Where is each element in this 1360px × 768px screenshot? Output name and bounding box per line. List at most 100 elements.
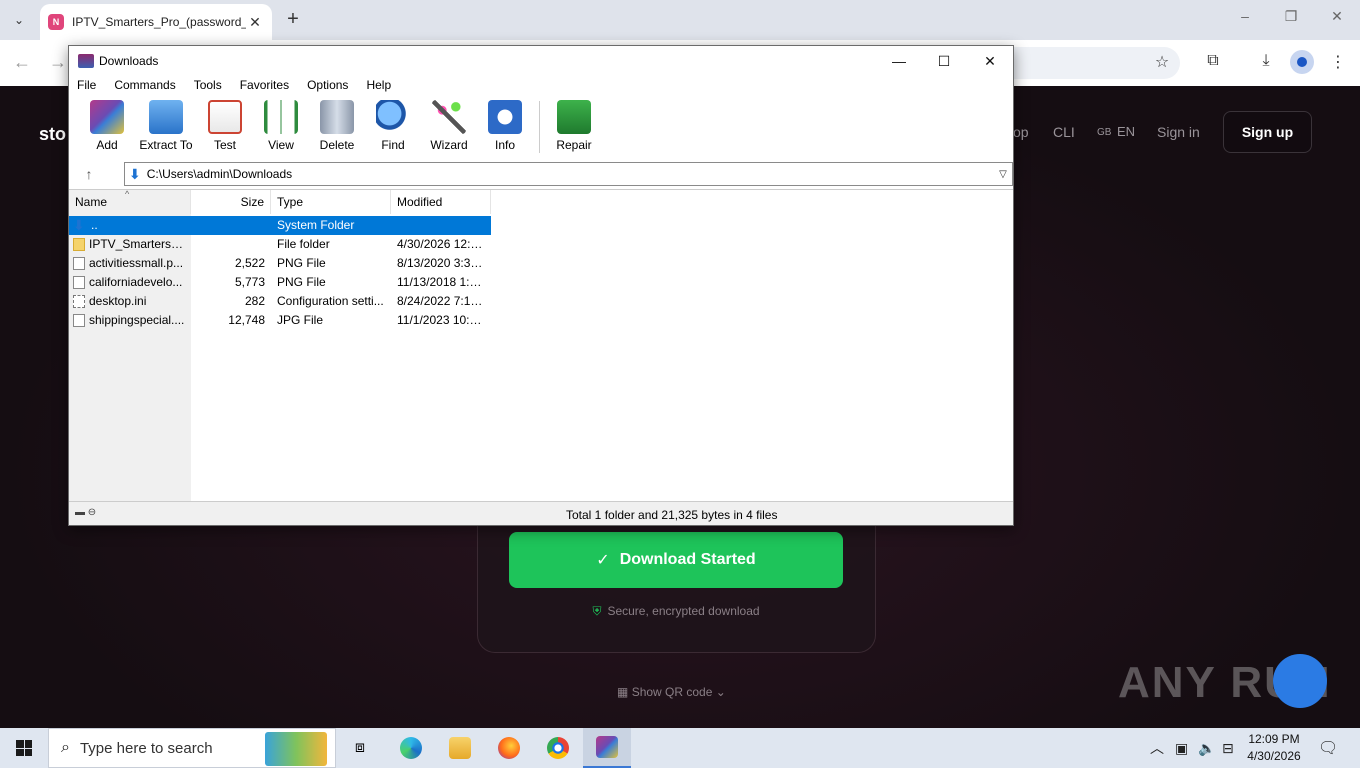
forward-arrow-icon[interactable]: → [46,52,70,73]
browser-close-button[interactable]: ✕ [1322,8,1352,25]
add-archive-icon [90,100,124,134]
column-header-type[interactable]: Type [271,190,391,214]
bookmark-star-icon[interactable]: ☆ [1150,52,1174,72]
shield-icon: ⛨ [592,604,602,618]
chevron-down-icon[interactable]: ▽ [994,169,1012,180]
browser-minimize-button[interactable]: – [1230,8,1260,24]
tab-close-icon[interactable]: ✕ [246,13,264,31]
drive-status-icon[interactable]: ▬ ⊖ [75,507,96,518]
status-bar: ▬ ⊖ Total 1 folder and 21,325 bytes in 4… [69,501,1013,525]
edge-taskbar-button[interactable] [387,728,435,768]
back-arrow-icon[interactable]: ← [10,52,34,73]
site-logo[interactable]: sto [39,124,66,145]
close-icon[interactable]: ✕ [967,50,1013,72]
winrar-titlebar[interactable]: Downloads — ☐ ✕ [69,46,1013,76]
menu-tools[interactable]: Tools [194,76,230,96]
extract-to-label: Extract To [139,138,193,152]
taskbar-search[interactable]: ⌕ Type here to search [48,728,336,768]
start-button[interactable] [0,728,48,768]
magic-wand-icon [432,100,466,134]
column-header-size[interactable]: Size [191,190,271,214]
browser-tab-strip: ⌄ N IPTV_Smarters_Pro_(password_ ✕ + – ❐… [0,0,1360,40]
download-icon[interactable]: ⤓ [1254,52,1278,70]
file-row[interactable]: desktop.ini 282 Configuration setti... 8… [69,292,491,311]
extract-to-button[interactable]: Extract To [135,98,197,156]
maximize-icon[interactable]: ☐ [921,50,967,72]
minimize-icon[interactable]: — [876,50,922,72]
view-button[interactable]: View [253,98,309,156]
chevron-down-icon: ⌄ [715,685,726,699]
browser-tab[interactable]: N IPTV_Smarters_Pro_(password_ ✕ [40,4,272,40]
nav-item-sign-in[interactable]: Sign in [1157,124,1200,140]
show-hidden-icons-icon[interactable]: ︿ [1150,728,1164,768]
download-started-button[interactable]: ✓ Download Started [509,532,843,588]
file-modified [391,216,491,235]
menu-options[interactable]: Options [307,76,356,96]
new-tab-button[interactable]: + [282,8,304,30]
task-view-icon: ⧈ [354,739,366,756]
winrar-taskbar-button[interactable] [583,728,631,768]
file-row[interactable]: activitiessmall.p... 2,522 PNG File 8/13… [69,254,491,273]
up-folder-icon[interactable]: ↑ [69,166,109,182]
column-header-name[interactable]: ^ Name [69,189,191,214]
nav-item-language[interactable]: EN [1117,124,1135,139]
tab-title: IPTV_Smarters_Pro_(password_ [72,15,246,29]
file-modified: 8/13/2020 3:32 ... [397,256,491,270]
firefox-taskbar-button[interactable] [485,728,533,768]
qr-text: Show QR code [631,685,713,699]
delete-button[interactable]: Delete [309,98,365,156]
volume-icon[interactable]: 🔈 [1198,728,1215,768]
profile-avatar-icon[interactable] [1290,50,1314,74]
wizard-label: Wizard [430,138,468,152]
file-type: File folder [277,237,330,251]
nav-item-cli[interactable]: CLI [1053,124,1075,140]
path-bar: ↑ ⬇ C:\Users\admin\Downloads ▽ [69,160,1013,188]
test-button[interactable]: Test [197,98,253,156]
network-icon[interactable]: ⊟ [1222,728,1234,768]
tab-search-button[interactable]: ⌄ [6,7,32,33]
show-qr-code-link[interactable]: ▦ Show QR code ⌄ [617,685,726,699]
info-button[interactable]: Info [477,98,533,156]
language-flag-icon[interactable]: GB [1097,127,1111,138]
menu-favorites[interactable]: Favorites [240,76,297,96]
clock-date: 4/30/2026 [1247,749,1301,763]
file-row[interactable]: IPTV_Smarters_P... File folder 4/30/2026… [69,235,491,254]
delete-label: Delete [319,138,355,152]
search-highlight-image [265,732,327,766]
browser-restore-button[interactable]: ❐ [1276,8,1306,25]
add-label: Add [96,138,118,152]
path-text: C:\Users\admin\Downloads [146,167,293,181]
chrome-taskbar-button[interactable] [534,728,582,768]
menu-file[interactable]: File [77,76,104,96]
folder-icon [449,737,471,759]
notification-center-icon[interactable]: 🗨 [1318,728,1338,768]
file-list[interactable]: ^ Name Size Type Modified ⬇.. System Fold… [69,189,1013,501]
file-row[interactable]: ⬇.. System Folder [69,216,491,235]
windows-logo-icon [16,740,32,756]
clock-time: 12:09 PM [1248,732,1300,746]
file-row[interactable]: shippingspecial.... 12,748 JPG File 11/1… [69,311,491,330]
toolbar-separator [539,101,540,153]
find-button[interactable]: Find [365,98,421,156]
system-clock[interactable]: 12:09 PM 4/30/2026 [1240,731,1308,765]
chrome-icon [547,737,569,759]
column-header-modified[interactable]: Modified [391,190,491,214]
nav-item-desktop[interactable]: op [1013,124,1029,140]
task-view-button[interactable]: ⧈ [336,728,384,768]
sign-up-button[interactable]: Sign up [1223,111,1312,153]
up-arrow-icon: ⬇ [73,217,85,233]
file-explorer-taskbar-button[interactable] [436,728,484,768]
menu-help[interactable]: Help [366,76,399,96]
extensions-icon[interactable]: ⧉ [1201,52,1225,70]
add-button[interactable]: Add [79,98,135,156]
file-size: 2,522 [234,256,265,270]
file-row[interactable]: californiadevelo... 5,773 PNG File 11/13… [69,273,491,292]
path-field[interactable]: ⬇ C:\Users\admin\Downloads ▽ [124,162,1013,186]
menu-commands[interactable]: Commands [114,76,183,96]
winrar-window: Downloads — ☐ ✕ File Commands Tools Favo… [68,45,1014,526]
file-icon [73,257,85,270]
chrome-menu-icon[interactable]: ⋮ [1326,52,1350,72]
repair-button[interactable]: Repair [546,98,602,156]
wizard-button[interactable]: Wizard [421,98,477,156]
meet-now-icon[interactable]: ▣ [1175,728,1188,768]
